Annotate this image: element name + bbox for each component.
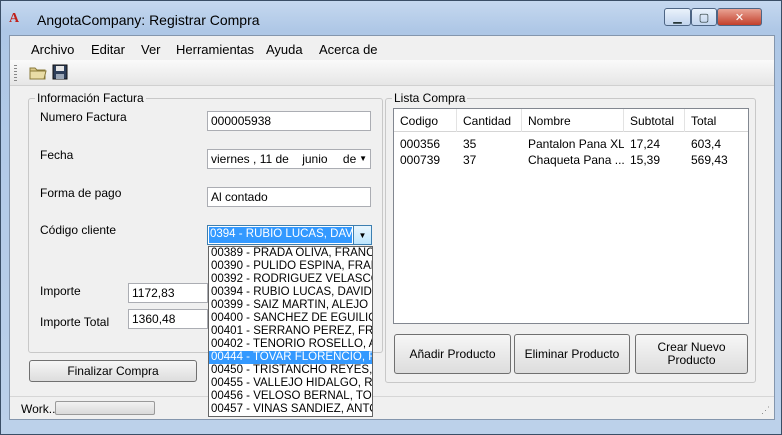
codigo-cliente-dropdown-list[interactable]: 00389 - PRADA OLIVA, FRANCIS 00390 - PUL… xyxy=(208,246,373,417)
cell-nombre: Pantalon Pana XL xyxy=(528,137,624,151)
menu-herramientas[interactable]: Herramientas xyxy=(176,42,254,57)
codigo-cliente-combobox[interactable]: 0394 - RUBIO LUCAS, DAVID ▼ xyxy=(207,225,372,245)
menu-bar: Archivo Editar Ver Herramientas Ayuda Ac… xyxy=(10,36,774,60)
menu-archivo[interactable]: Archivo xyxy=(31,42,74,57)
minimize-button[interactable]: ▁ xyxy=(664,8,691,26)
table-row[interactable]: 000739 37 Chaqueta Pana ... 15,39 569,43 xyxy=(394,153,748,168)
cell-cantidad: 37 xyxy=(463,153,477,167)
list-item[interactable]: 00389 - PRADA OLIVA, FRANCIS xyxy=(209,247,372,260)
list-item[interactable]: 00390 - PULIDO ESPINA, FRANC xyxy=(209,260,372,273)
fecha-day: , 11 de xyxy=(253,152,289,166)
fecha-picker[interactable]: viernes , 11 de junio de ▼ xyxy=(207,149,371,169)
list-item[interactable]: 00457 - VIÑAS SANDIEZ, ANTON xyxy=(209,403,372,416)
crear-nuevo-label-line2: Producto xyxy=(667,353,716,367)
importe-total-field[interactable]: 1360,48 xyxy=(128,309,208,329)
column-header-nombre[interactable]: Nombre xyxy=(522,109,624,132)
list-item[interactable]: 00455 - VALLEJO HIDALGO, ROS xyxy=(209,377,372,390)
toolbar-grip[interactable] xyxy=(14,65,17,81)
maximize-icon: ▢ xyxy=(698,10,710,24)
close-icon: ✕ xyxy=(734,10,745,24)
cell-total: 603,4 xyxy=(691,137,722,151)
resize-grip-icon[interactable]: ⋰ xyxy=(761,405,770,416)
importe-label: Importe xyxy=(40,284,81,298)
chevron-down-icon[interactable]: ▼ xyxy=(353,226,371,244)
fecha-month: junio xyxy=(302,152,328,166)
fecha-de: de xyxy=(342,152,357,166)
table-header: Codigo Cantidad Nombre Subtotal Total xyxy=(394,109,748,132)
minimize-icon: ▁ xyxy=(673,10,682,24)
app-logo-icon: A xyxy=(9,11,20,26)
forma-pago-field[interactable]: Al contado xyxy=(207,187,371,207)
numero-factura-field[interactable]: 000005938 xyxy=(207,111,371,131)
lista-compra-table[interactable]: Codigo Cantidad Nombre Subtotal Total 00… xyxy=(393,108,749,324)
codigo-cliente-label: Código cliente xyxy=(40,223,117,237)
list-item[interactable]: 00392 - RODRIGUEZ VELASCO, xyxy=(209,273,372,286)
column-header-cantidad[interactable]: Cantidad xyxy=(457,109,522,132)
save-icon[interactable] xyxy=(51,64,69,80)
forma-pago-label: Forma de pago xyxy=(40,186,122,200)
column-header-codigo[interactable]: Codigo xyxy=(394,109,457,132)
importe-field[interactable]: 1172,83 xyxy=(128,283,208,303)
cell-cantidad: 35 xyxy=(463,137,477,151)
list-item[interactable]: 00394 - RUBIO LUCAS, DAVID xyxy=(209,286,372,299)
client-area: Archivo Editar Ver Herramientas Ayuda Ac… xyxy=(9,35,775,420)
window-title: AngotaCompany: Registrar Compra xyxy=(37,12,260,28)
lista-compra-group-title: Lista Compra xyxy=(392,91,468,105)
numero-factura-label: Numero Factura xyxy=(40,110,127,124)
anadir-producto-button[interactable]: Añadir Producto xyxy=(394,334,511,374)
crear-nuevo-producto-button[interactable]: Crear Nuevo Producto xyxy=(635,334,748,374)
cell-subtotal: 17,24 xyxy=(630,137,661,151)
cell-codigo: 000356 xyxy=(400,137,441,151)
cell-nombre: Chaqueta Pana ... xyxy=(528,153,624,167)
status-progress-bar xyxy=(55,401,155,415)
table-row[interactable]: 000356 35 Pantalon Pana XL 17,24 603,4 xyxy=(394,137,748,152)
list-item[interactable]: 00399 - SAIZ MARTIN, ALEJO xyxy=(209,299,372,312)
fecha-label: Fecha xyxy=(40,148,74,162)
menu-editar[interactable]: Editar xyxy=(91,42,125,57)
column-header-subtotal[interactable]: Subtotal xyxy=(624,109,685,132)
status-bar: Work... ⋰ xyxy=(10,396,774,419)
eliminar-producto-button[interactable]: Eliminar Producto xyxy=(514,334,630,374)
list-item-highlighted[interactable]: 00444 - TOVAR FLORENCIO, RA xyxy=(209,351,372,364)
codigo-cliente-value: 0394 - RUBIO LUCAS, DAVID xyxy=(209,227,352,243)
chevron-down-icon[interactable]: ▼ xyxy=(359,154,367,163)
app-window: A AngotaCompany: Registrar Compra ▁ ▢ ✕ … xyxy=(0,0,782,435)
status-text: Work... xyxy=(21,402,59,416)
list-item[interactable]: 00400 - SANCHEZ DE EGUILIOR xyxy=(209,312,372,325)
list-item[interactable]: 00401 - SERRANO PEREZ, FRAN xyxy=(209,325,372,338)
list-item[interactable]: 00456 - VELOSO BERNAL, TOMA xyxy=(209,390,372,403)
column-header-total[interactable]: Total xyxy=(685,109,748,132)
cell-codigo: 000739 xyxy=(400,153,441,167)
title-bar[interactable]: A AngotaCompany: Registrar Compra ▁ ▢ ✕ xyxy=(1,1,781,35)
menu-ver[interactable]: Ver xyxy=(141,42,161,57)
menu-acerca-de[interactable]: Acerca de xyxy=(319,42,378,57)
toolbar xyxy=(10,60,774,86)
close-button[interactable]: ✕ xyxy=(717,8,762,26)
menu-ayuda[interactable]: Ayuda xyxy=(266,42,303,57)
finalizar-compra-button[interactable]: Finalizar Compra xyxy=(29,360,197,382)
factura-group-title: Información Factura xyxy=(35,91,146,105)
fecha-weekday: viernes xyxy=(211,152,250,166)
list-item[interactable]: 00450 - TRISTANCHO REYES, A xyxy=(209,364,372,377)
cell-subtotal: 15,39 xyxy=(630,153,661,167)
importe-total-label: Importe Total xyxy=(40,315,110,329)
list-item[interactable]: 00402 - TENORIO ROSELLO, AG xyxy=(209,338,372,351)
cell-total: 569,43 xyxy=(691,153,728,167)
maximize-button[interactable]: ▢ xyxy=(691,8,717,26)
open-folder-icon[interactable] xyxy=(29,64,47,80)
